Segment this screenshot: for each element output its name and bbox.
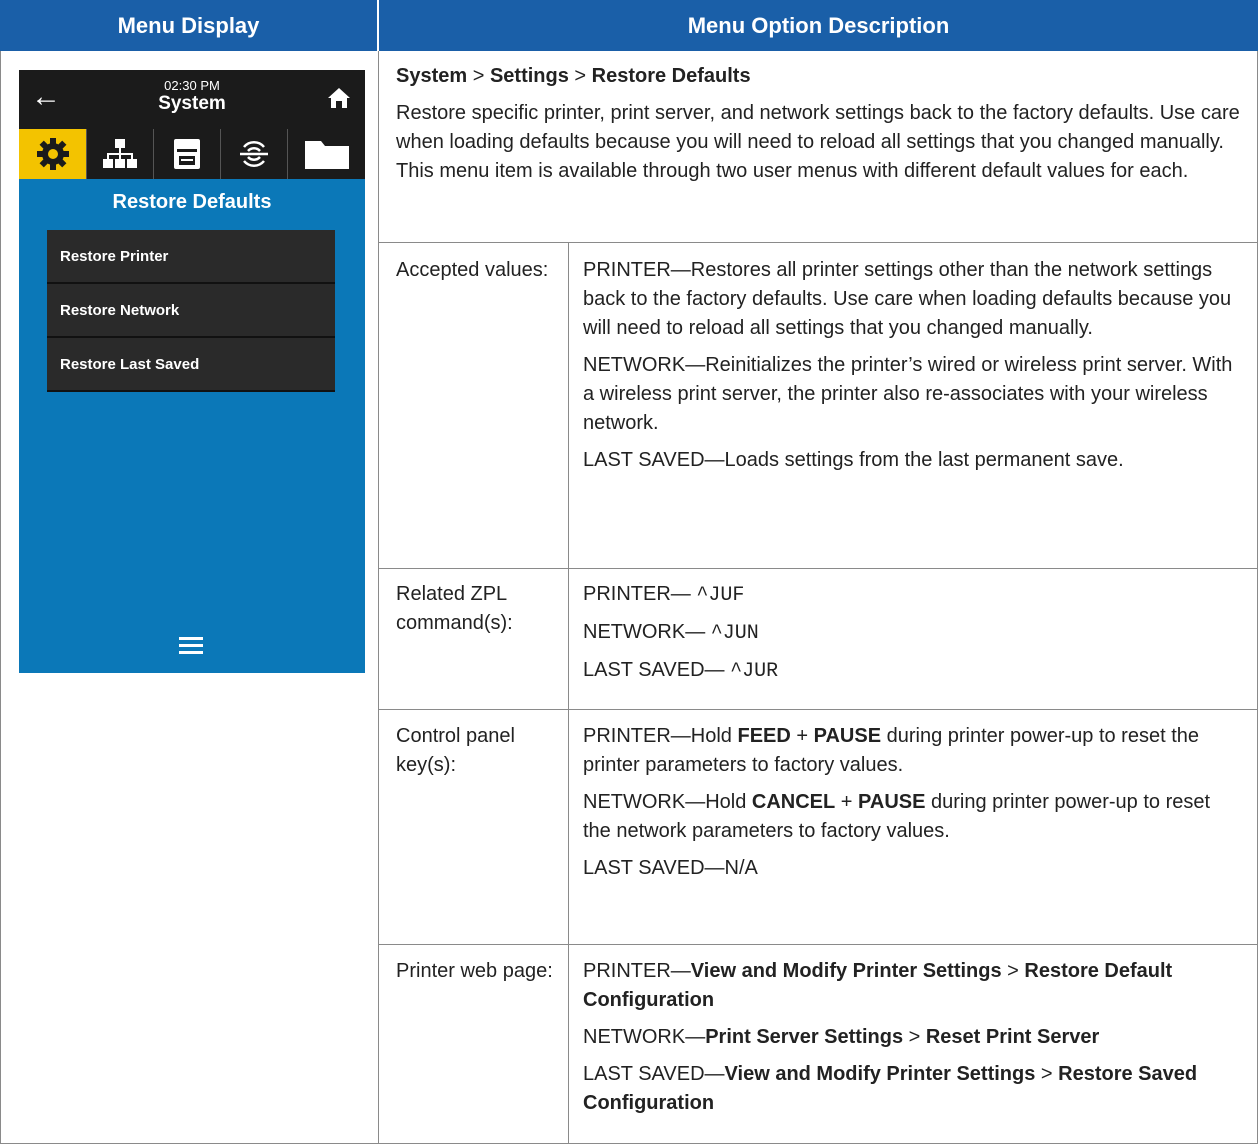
column-header-menu-display: Menu Display xyxy=(0,0,377,51)
column-divider xyxy=(378,51,379,1144)
restore-network-item[interactable]: Restore Network xyxy=(47,284,335,338)
row-divider xyxy=(378,568,1258,569)
restore-last-saved-item[interactable]: Restore Last Saved xyxy=(47,338,335,392)
connection-tab[interactable] xyxy=(220,129,287,179)
screen-tab-bar xyxy=(19,129,365,179)
row-value-printer-web-page: PRINTER—View and Modify Printer Settings… xyxy=(583,960,1198,1114)
printer-tab[interactable] xyxy=(153,129,220,179)
inner-column-divider xyxy=(568,243,569,1144)
hamburger-menu-icon[interactable] xyxy=(179,637,203,658)
menu-table: Menu Display Menu Option Description ← 0… xyxy=(0,0,1258,1144)
network-tab[interactable] xyxy=(86,129,153,179)
screen-title-bar: ← 02:30 PM System xyxy=(19,70,365,129)
screen-heading: Restore Defaults xyxy=(112,191,272,213)
row-divider xyxy=(378,242,1258,243)
table-border-left xyxy=(0,51,1,1144)
row-label-accepted-values: Accepted values: xyxy=(396,259,549,281)
screen-title: System xyxy=(158,93,226,114)
breadcrumb: System > Settings > Restore Defaults xyxy=(396,65,751,87)
row-label-zpl-commands: Related ZPL command(s): xyxy=(396,583,513,634)
description-intro: System > Settings > Restore Defaults Res… xyxy=(396,62,1242,194)
settings-tab[interactable] xyxy=(19,129,86,179)
row-divider xyxy=(378,944,1258,945)
row-value-zpl-commands: PRINTER— ^JUF NETWORK— ^JUN LAST SAVED— … xyxy=(583,583,779,683)
restore-printer-item[interactable]: Restore Printer xyxy=(47,230,335,284)
screen-time: 02:30 PM xyxy=(164,78,220,93)
home-icon[interactable] xyxy=(327,86,351,115)
row-value-control-panel-keys: PRINTER—Hold FEED + PAUSE during printer… xyxy=(583,725,1211,879)
row-label-printer-web-page: Printer web page: xyxy=(396,960,553,982)
column-header-menu-option-description: Menu Option Description xyxy=(379,0,1258,51)
printer-screen: ← 02:30 PM System Restore Defaults Resto… xyxy=(19,70,365,673)
row-value-accepted-values: PRINTER—Restores all printer settings ot… xyxy=(583,259,1233,471)
row-label-control-panel-keys: Control panel key(s): xyxy=(396,725,515,776)
storage-tab[interactable] xyxy=(287,129,365,179)
row-divider xyxy=(378,709,1258,710)
intro-text: Restore specific printer, print server, … xyxy=(396,102,1240,182)
